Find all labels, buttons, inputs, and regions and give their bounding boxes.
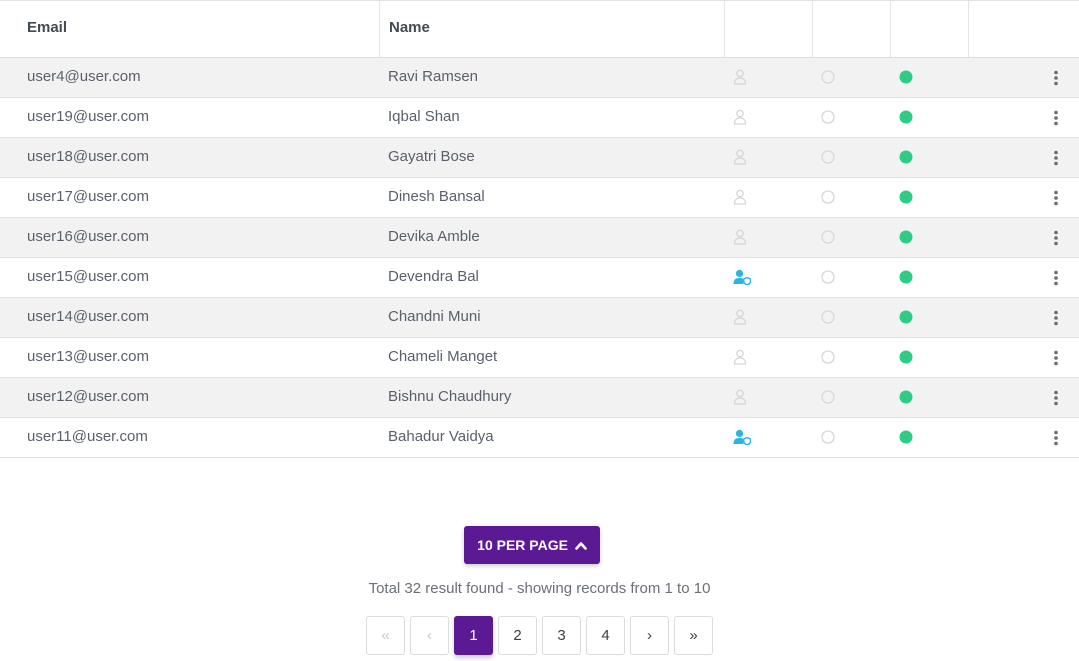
status-active-icon	[899, 70, 913, 84]
radio-circle-icon[interactable]	[821, 390, 835, 404]
status-active-icon	[899, 270, 913, 284]
row-actions-kebab-icon[interactable]	[1053, 110, 1059, 126]
user-icon	[733, 349, 751, 365]
radio-circle-icon[interactable]	[821, 270, 835, 284]
status-active-icon	[899, 110, 913, 124]
row-actions-kebab-icon[interactable]	[1053, 270, 1059, 286]
status-active-icon	[899, 190, 913, 204]
user-icon	[733, 389, 751, 405]
name-cell: Bishnu Chaudhury	[388, 388, 512, 405]
column-divider	[379, 1, 380, 57]
radio-circle-icon[interactable]	[821, 190, 835, 204]
per-page-button[interactable]: 10 PER PAGE	[464, 526, 600, 564]
page-2-button[interactable]: 2	[498, 616, 537, 655]
user-icon	[733, 109, 751, 125]
results-summary: Total 32 result found - showing records …	[368, 580, 711, 597]
table-row[interactable]: user12@user.com Bishnu Chaudhury	[0, 378, 1079, 418]
table-body: user4@user.com Ravi Ramsen user19@user.c…	[0, 58, 1079, 458]
name-cell: Devendra Bal	[388, 268, 479, 285]
name-cell: Chameli Manget	[388, 348, 498, 365]
email-cell: user4@user.com	[27, 68, 141, 85]
table-row[interactable]: user18@user.com Gayatri Bose	[0, 138, 1079, 178]
page-3-button[interactable]: 3	[542, 616, 581, 655]
table-row[interactable]: user17@user.com Dinesh Bansal	[0, 178, 1079, 218]
per-page-label: 10 PER PAGE	[477, 537, 568, 553]
radio-circle-icon[interactable]	[821, 310, 835, 324]
table-row[interactable]: user15@user.com Devendra Bal	[0, 258, 1079, 298]
name-cell: Dinesh Bansal	[388, 188, 485, 205]
name-cell: Gayatri Bose	[388, 148, 475, 165]
radio-circle-icon[interactable]	[821, 350, 835, 364]
last-page-button[interactable]: »	[674, 616, 713, 655]
name-cell: Iqbal Shan	[388, 108, 460, 125]
user-icon	[733, 149, 751, 165]
table-row[interactable]: user13@user.com Chameli Manget	[0, 338, 1079, 378]
radio-circle-icon[interactable]	[821, 150, 835, 164]
radio-circle-icon[interactable]	[821, 110, 835, 124]
status-active-icon	[899, 310, 913, 324]
email-cell: user12@user.com	[27, 388, 149, 405]
column-divider	[812, 1, 813, 57]
chevron-up-icon	[575, 541, 587, 550]
email-cell: user18@user.com	[27, 148, 149, 165]
table-row[interactable]: user16@user.com Devika Amble	[0, 218, 1079, 258]
email-cell: user11@user.com	[27, 428, 148, 445]
column-divider	[968, 1, 969, 57]
user-shield-icon	[733, 269, 752, 286]
row-actions-kebab-icon[interactable]	[1053, 390, 1059, 406]
radio-circle-icon[interactable]	[821, 70, 835, 84]
status-active-icon	[899, 390, 913, 404]
row-actions-kebab-icon[interactable]	[1053, 190, 1059, 206]
row-actions-kebab-icon[interactable]	[1053, 350, 1059, 366]
user-icon	[733, 309, 751, 325]
name-cell: Ravi Ramsen	[388, 68, 479, 85]
first-page-button[interactable]: «	[366, 616, 405, 655]
table-row[interactable]: user14@user.com Chandni Muni	[0, 298, 1079, 338]
row-actions-kebab-icon[interactable]	[1053, 310, 1059, 326]
row-actions-kebab-icon[interactable]	[1053, 70, 1059, 86]
name-cell: Chandni Muni	[388, 308, 481, 325]
row-actions-kebab-icon[interactable]	[1053, 150, 1059, 166]
next-page-button[interactable]: ›	[630, 616, 669, 655]
user-icon	[733, 229, 751, 245]
column-divider	[724, 1, 725, 57]
previous-page-button[interactable]: ‹	[410, 616, 449, 655]
email-cell: user15@user.com	[27, 268, 149, 285]
user-icon	[733, 69, 751, 85]
column-header-name[interactable]: Name	[389, 1, 430, 57]
table-row[interactable]: user11@user.com Bahadur Vaidya	[0, 418, 1079, 458]
email-cell: user14@user.com	[27, 308, 149, 325]
status-active-icon	[899, 350, 913, 364]
status-active-icon	[899, 430, 913, 444]
table-header: Email Name	[0, 1, 1079, 58]
radio-circle-icon[interactable]	[821, 230, 835, 244]
name-cell: Devika Amble	[388, 228, 480, 245]
name-cell: Bahadur Vaidya	[388, 428, 494, 445]
table-row[interactable]: user19@user.com Iqbal Shan	[0, 98, 1079, 138]
user-shield-icon	[733, 429, 752, 446]
row-actions-kebab-icon[interactable]	[1053, 430, 1059, 446]
radio-circle-icon[interactable]	[821, 430, 835, 444]
email-cell: user16@user.com	[27, 228, 149, 245]
status-active-icon	[899, 230, 913, 244]
status-active-icon	[899, 150, 913, 164]
column-divider	[890, 1, 891, 57]
email-cell: user13@user.com	[27, 348, 149, 365]
page-1-button[interactable]: 1	[454, 616, 493, 655]
user-icon	[733, 189, 751, 205]
email-cell: user19@user.com	[27, 108, 149, 125]
table-row[interactable]: user4@user.com Ravi Ramsen	[0, 58, 1079, 98]
email-cell: user17@user.com	[27, 188, 149, 205]
page-4-button[interactable]: 4	[586, 616, 625, 655]
column-header-email[interactable]: Email	[27, 1, 67, 57]
users-table: Email Name user4@user.com Ravi Ramsen us…	[0, 0, 1079, 458]
row-actions-kebab-icon[interactable]	[1053, 230, 1059, 246]
